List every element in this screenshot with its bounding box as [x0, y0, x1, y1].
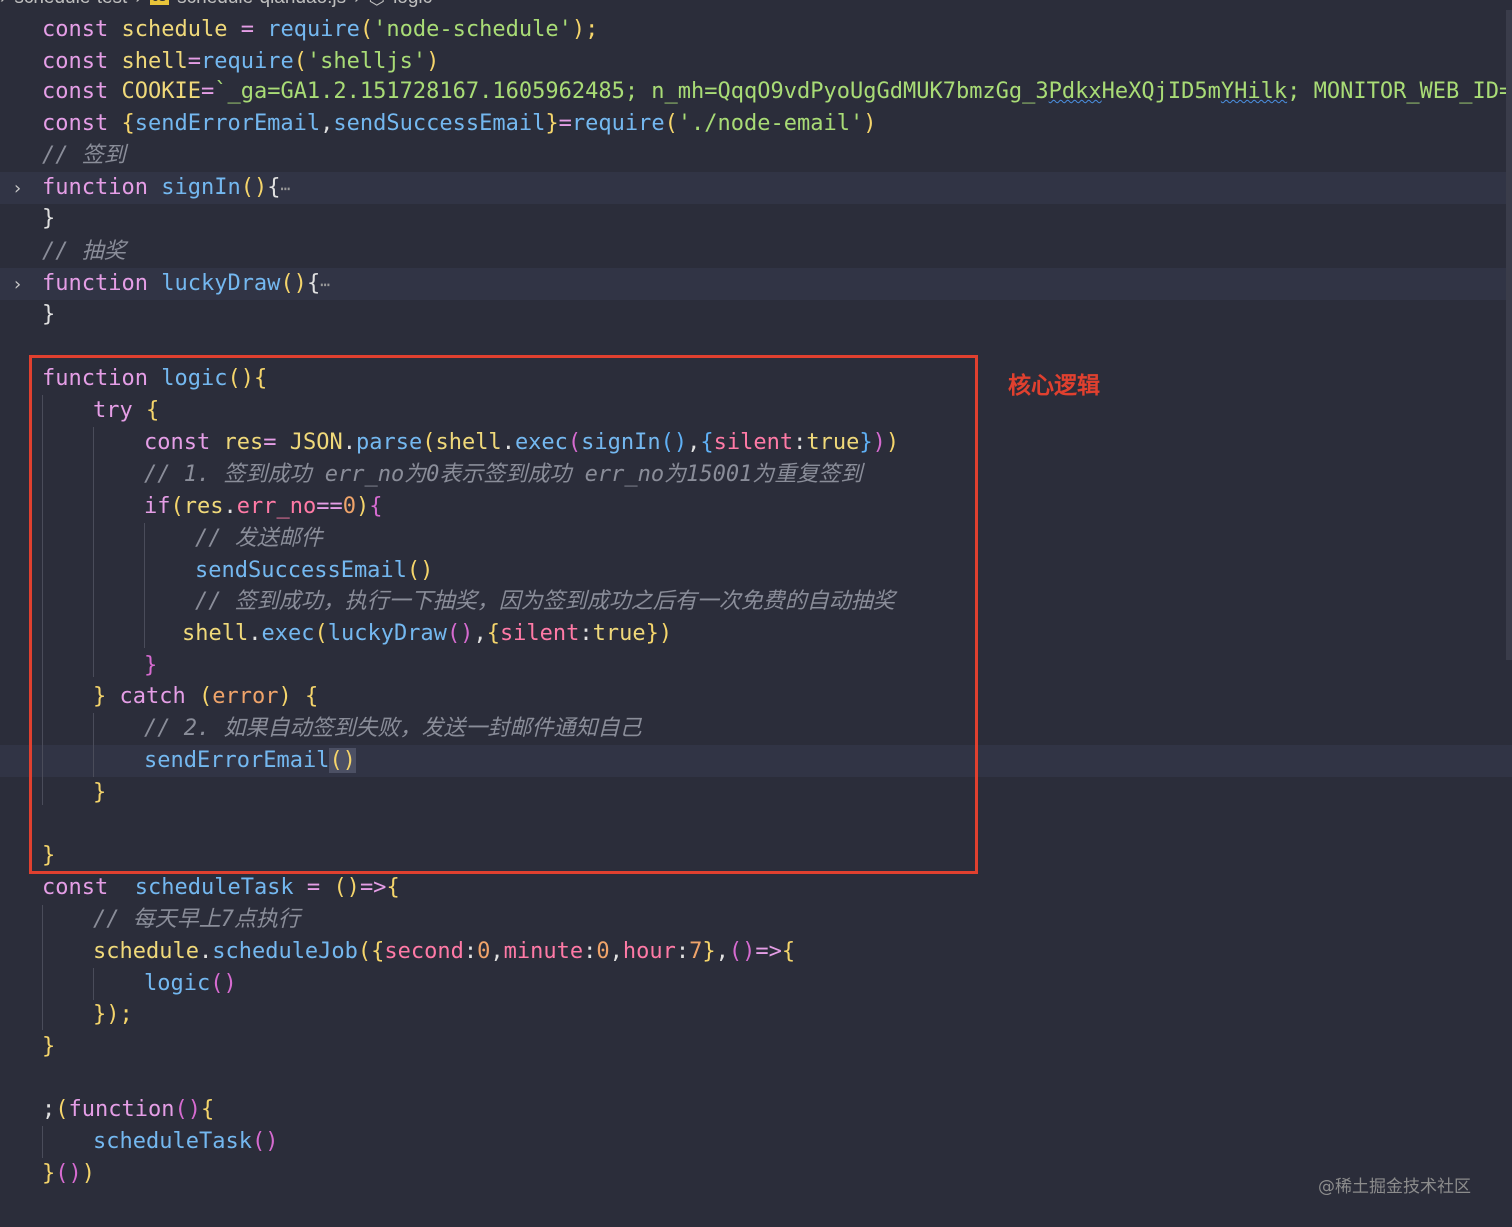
code-line-1: const schedule = require('node-schedule'… [42, 17, 599, 42]
indent-guide [42, 905, 43, 1030]
code-line-29: logic() [144, 971, 237, 996]
code-line-5-comment: // 签到 [42, 143, 126, 168]
breadcrumb-file[interactable]: schedule-qiandao.js [177, 0, 346, 9]
folded-ellipsis[interactable]: ⋯ [320, 275, 330, 294]
code-line-10: } [42, 302, 56, 327]
breadcrumb-symbol[interactable]: logic [393, 0, 432, 9]
breadcrumb-chevron-icon: › [0, 0, 6, 9]
code-line-6: function signIn(){⋯ [42, 175, 291, 200]
scrollbar[interactable] [1506, 10, 1512, 660]
js-file-icon: JS [149, 0, 170, 5]
watermark: @稀土掘金技术社区 [1318, 1177, 1471, 1197]
code-line-4: const {sendErrorEmail,sendSuccessEmail}=… [42, 111, 877, 136]
folded-ellipsis[interactable]: ⋯ [280, 179, 290, 198]
fold-expand-icon[interactable]: › [14, 180, 32, 198]
breadcrumb-chevron-icon: › [354, 0, 360, 9]
symbol-function-icon: ⬡ [368, 0, 385, 10]
breadcrumb: › schedule-test › JS schedule-qiandao.js… [0, 0, 432, 10]
breadcrumb-folder[interactable]: schedule-test [14, 0, 127, 9]
code-line-32: ;(function(){ [42, 1097, 215, 1122]
code-line-34: }()) [42, 1161, 95, 1186]
code-line-28: schedule.scheduleJob({second:0,minute:0,… [93, 939, 796, 964]
code-line-27-comment: // 每天早上7点执行 [93, 907, 300, 932]
code-line-26: const scheduleTask = ()=>{ [42, 875, 400, 900]
annotation-label: 核心逻辑 [1008, 373, 1100, 399]
code-line-2: const shell=require('shelljs') [42, 49, 440, 74]
indent-guide [42, 1126, 43, 1158]
code-line-31: } [42, 1034, 56, 1059]
code-line-33: scheduleTask() [93, 1129, 279, 1154]
code-line-8-comment: // 抽奖 [42, 239, 126, 264]
code-line-9: function luckyDraw(){⋯ [42, 271, 330, 296]
code-line-30: }); [93, 1002, 133, 1027]
code-line-7: } [42, 206, 56, 231]
breadcrumb-chevron-icon: › [135, 0, 141, 9]
highlight-box [29, 355, 978, 874]
indent-guide [93, 968, 94, 1000]
fold-expand-icon[interactable]: › [14, 276, 32, 294]
code-line-3: const COOKIE=`_ga=GA1.2.151728167.160596… [42, 79, 1512, 104]
